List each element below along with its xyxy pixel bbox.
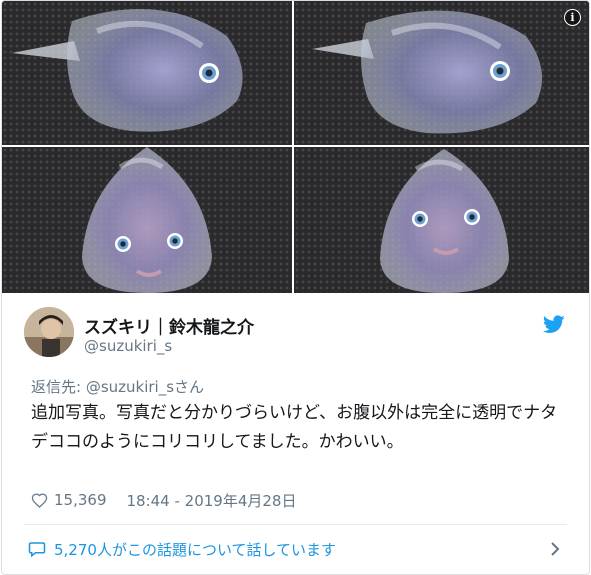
media-grid: i (2, 1, 589, 293)
reply-to-label[interactable]: 返信先: @suzukiri_sさん (31, 376, 204, 397)
conversation-label[interactable]: 5,270人がこの話題について話しています (54, 539, 336, 560)
timestamp[interactable]: 18:44 - 2019年4月28日 (127, 490, 297, 511)
avatar-image (24, 307, 74, 357)
speech-bubble-icon (28, 542, 46, 558)
fish-image (2, 1, 292, 145)
photo-fish-front-right[interactable] (294, 147, 589, 293)
heart-icon[interactable] (31, 492, 48, 508)
photo-fish-profile-left[interactable] (2, 1, 292, 145)
photo-fish-front-left[interactable] (2, 147, 292, 293)
info-icon[interactable]: i (564, 9, 581, 26)
tweet-header: スズキリ｜鈴木龍之介 @suzukiri_s (24, 307, 569, 361)
divider (24, 524, 567, 525)
twitter-bird-icon[interactable] (543, 315, 565, 334)
chevron-right-icon[interactable] (550, 541, 560, 557)
like-count[interactable]: 15,369 (54, 491, 107, 509)
fish-image (294, 147, 589, 293)
tweet-card: i スズキリ｜鈴木龍之介 @suzukiri_s 返信先: @suzukiri_… (1, 0, 590, 575)
user-handle[interactable]: @suzukiri_s (84, 337, 172, 355)
tweet-text: 追加写真。写真だと分かりづらいけど、お腹以外は完全に透明でナタデココのようにコリ… (31, 403, 558, 452)
fish-image (2, 147, 292, 293)
fish-image (294, 1, 589, 145)
tweet-meta: 15,369 18:44 - 2019年4月28日 (31, 488, 296, 512)
conversation-link[interactable]: 5,270人がこの話題について話しています (28, 535, 564, 563)
avatar[interactable] (24, 307, 74, 357)
display-name[interactable]: スズキリ｜鈴木龍之介 (84, 313, 254, 338)
photo-fish-profile-right[interactable]: i (294, 1, 589, 145)
